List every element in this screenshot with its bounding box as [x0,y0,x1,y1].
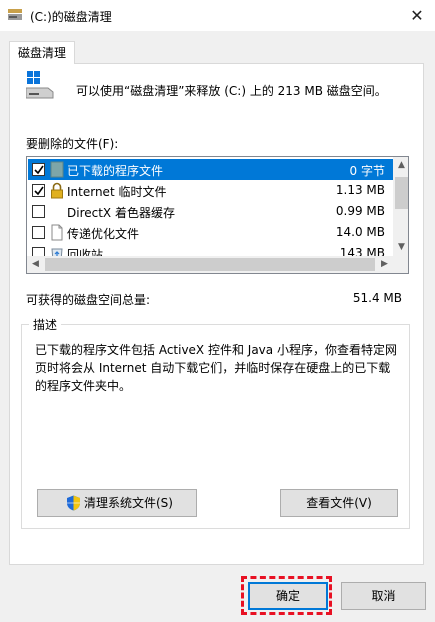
horizontal-scroll-thumb[interactable] [45,258,375,271]
cleanup-button-label: 清理系统文件(S) [84,496,173,510]
files-to-delete-label: 要删除的文件(F): [26,137,119,151]
scroll-left-icon[interactable]: ◀ [27,256,44,273]
file-name: DirectX 着色器缓存 [67,206,175,220]
cancel-button[interactable]: 取消 [341,582,426,610]
scroll-up-icon[interactable]: ▲ [393,157,408,174]
description-text: 已下载的程序文件包括 ActiveX 控件和 Java 小程序，你查看特定网 页… [35,343,397,393]
list-item[interactable]: Internet 临时文件 1.13 MB [28,180,393,201]
folder-icon [50,161,64,178]
list-item[interactable]: 已下载的程序文件 0 字节 [28,159,393,180]
file-size: 0.99 MB [335,204,385,218]
close-button[interactable]: ✕ [401,2,433,29]
drive-icon [26,71,54,99]
checkbox[interactable] [32,163,45,176]
file-size: 14.0 MB [335,225,385,239]
file-name: 已下载的程序文件 [67,164,164,178]
lock-icon [51,182,63,199]
list-item[interactable]: 传递优化文件 14.0 MB [28,222,393,243]
checkbox[interactable] [32,205,45,218]
vertical-scroll-thumb[interactable] [395,177,408,209]
scroll-down-icon[interactable]: ▼ [393,239,408,256]
view-files-button[interactable]: 查看文件(V) [280,489,398,517]
shield-icon [67,495,80,511]
summary-text: 可以使用“磁盘清理”来释放 (C:) 上的 213 MB 磁盘空间。 [76,84,387,98]
tab-disk-cleanup[interactable]: 磁盘清理 [9,41,75,64]
total-space-label: 可获得的磁盘空间总量: [26,293,151,307]
file-icon [51,224,63,241]
checkbox[interactable] [32,184,45,197]
cleanup-system-files-button[interactable]: 清理系统文件(S) [37,489,197,517]
description-title: 描述 [29,316,62,333]
disk-cleanup-icon [8,9,22,20]
total-space-value: 51.4 MB [352,291,402,305]
vertical-scrollbar[interactable]: ▲ ▼ [393,157,408,256]
file-name: Internet 临时文件 [67,185,167,199]
checkbox[interactable] [32,226,45,239]
files-listbox[interactable]: 已下载的程序文件 0 字节 Internet 临时文件 1.13 MB Dire… [26,156,409,274]
file-name: 传递优化文件 [67,227,140,241]
file-size: 1.13 MB [335,183,385,197]
scroll-right-icon[interactable]: ▶ [376,256,393,273]
scrollbar-corner [393,256,408,273]
file-size: 0 字节 [349,164,385,178]
horizontal-scrollbar[interactable]: ◀ ▶ [27,256,393,273]
title-bar: (C:)的磁盘清理 ✕ [0,0,435,31]
window-title: (C:)的磁盘清理 [30,10,112,24]
list-item[interactable]: DirectX 着色器缓存 0.99 MB [28,201,393,222]
highlight-box [241,576,332,615]
